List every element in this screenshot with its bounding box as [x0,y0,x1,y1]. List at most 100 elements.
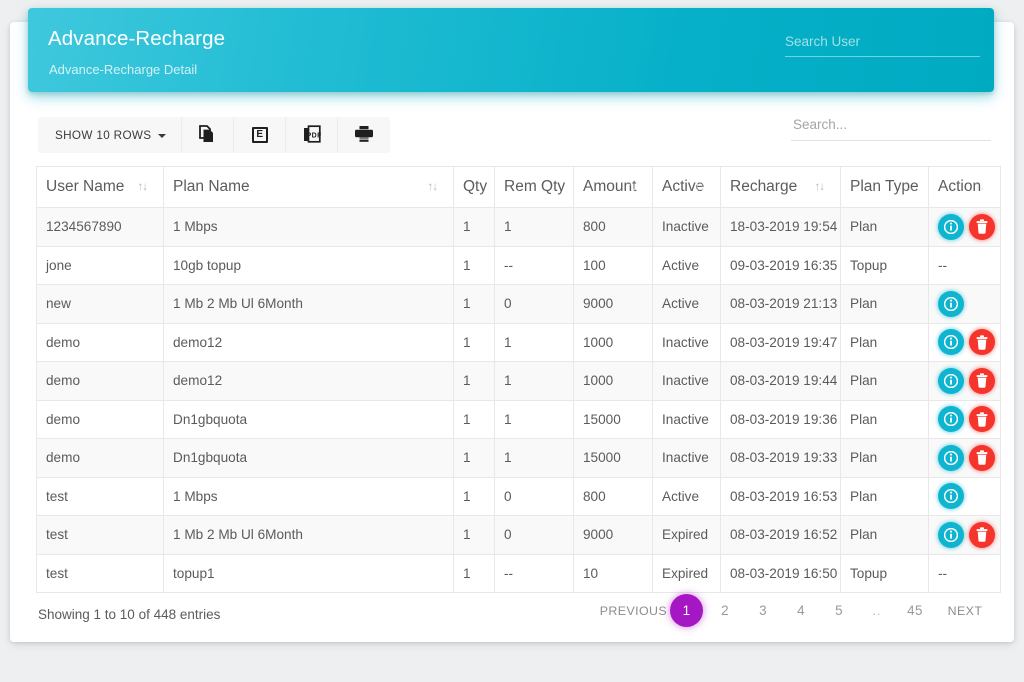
pagination-ellipsis[interactable]: .. [858,595,896,626]
page-header: Advance-Recharge Advance-Recharge Detail [28,8,994,92]
no-action-placeholder: -- [938,257,948,273]
cell-action: -- [928,553,1001,593]
cell-plan-type: Plan [840,284,929,324]
cell-recharge: 08-03-2019 19:47 [720,322,841,362]
cell-amount: 800 [573,476,653,516]
cell-action [928,399,1001,439]
pdf-button[interactable]: PDF [286,117,339,153]
excel-icon: E [251,127,268,143]
print-button[interactable] [338,117,391,153]
info-icon [944,450,958,465]
info-button[interactable] [938,444,964,471]
delete-button[interactable] [969,367,995,394]
column-header-action[interactable]: Action ↑↓ [928,166,1001,208]
table-header-row: User Name ↑↓ Plan Name ↑↓ Qty Rem Qty Am [36,166,1001,208]
cell-plan-name: 1 Mbps [163,476,454,516]
action-buttons [938,406,995,433]
cell-user-name: test [36,553,164,593]
column-header-user-name[interactable]: User Name ↑↓ [36,166,164,208]
table-row: test 1 Mbps 1 0 800 Active 08-03-2019 16:53 Pla… [36,476,1001,516]
info-icon [944,412,958,427]
cell-action: -- [928,245,1001,285]
delete-button[interactable] [969,213,995,240]
pagination-page-1[interactable]: 1 [670,594,703,627]
cell-plan-name: Dn1gbquota [163,399,454,439]
info-button[interactable] [938,367,964,394]
cell-amount: 800 [573,207,653,247]
action-buttons: -- [938,566,991,581]
delete-button[interactable] [969,444,995,471]
pagination-next[interactable]: NEXT [934,595,996,626]
cell-plan-name: Dn1gbquota [163,438,454,478]
cell-recharge: 09-03-2019 16:35 [720,245,841,285]
search-user-field[interactable] [785,32,980,57]
table-body: 1234567890 1 Mbps 1 1 800 Inactive 18-03-2019 … [36,207,1001,593]
cell-qty: 1 [453,322,495,362]
pagination-page-4[interactable]: 4 [782,595,820,626]
pagination-page-3[interactable]: 3 [744,595,782,626]
column-header-recharge[interactable]: Recharge ↑↓ [720,166,841,208]
cell-active: Inactive [652,322,721,362]
cell-user-name: 1234567890 [36,207,164,247]
pagination-page-2[interactable]: 2 [706,595,744,626]
column-header-active[interactable]: Active ↑↓ [652,166,721,208]
show-rows-dropdown[interactable]: SHOW 10 ROWS [38,117,183,153]
column-header-amount[interactable]: Amount ↑↓ [573,166,653,208]
column-header-qty[interactable]: Qty [453,166,495,208]
pagination-page-5[interactable]: 5 [820,595,858,626]
sort-arrows-icon: ↑↓ [137,181,148,193]
search-user-input[interactable] [785,32,980,57]
cell-plan-name: demo12 [163,361,454,401]
cell-plan-type: Plan [840,476,929,516]
cell-active: Active [652,476,721,516]
info-icon [944,373,958,388]
cell-active: Expired [652,515,721,555]
data-table: User Name ↑↓ Plan Name ↑↓ Qty Rem Qty Am [36,166,1001,593]
info-button[interactable] [938,213,964,240]
page-root: Advance-Recharge Advance-Recharge Detail… [0,0,1024,682]
column-header-plan-type[interactable]: Plan Type ↑↓ [840,166,929,208]
cell-rem-qty: 0 [494,284,574,324]
print-icon [354,125,374,146]
table-toolbar: SHOW 10 ROWS E PDF [38,117,391,153]
info-button[interactable] [938,483,964,510]
cell-plan-name: topup1 [163,553,454,593]
copy-button[interactable] [182,117,235,153]
info-button[interactable] [938,406,964,433]
cell-user-name: demo [36,438,164,478]
delete-button[interactable] [969,406,995,433]
delete-button[interactable] [969,521,995,548]
table-entries-info: Showing 1 to 10 of 448 entries [38,607,221,622]
cell-recharge: 08-03-2019 19:36 [720,399,841,439]
column-label: Qty [463,178,488,195]
cell-plan-type: Topup [840,553,929,593]
action-buttons [938,367,995,394]
table-row: jone 10gb topup 1 -- 100 Active 09-03-2019 16:… [36,245,1001,285]
cell-user-name: demo [36,322,164,362]
table-row: demo demo12 1 1 1000 Inactive 08-03-2019 19:44… [36,361,1001,401]
page-subtitle: Advance-Recharge Detail [49,62,198,77]
info-button[interactable] [938,290,964,317]
cell-user-name: test [36,515,164,555]
table-search-input[interactable] [791,112,991,141]
column-header-rem-qty[interactable]: Rem Qty [494,166,574,208]
trash-icon [975,373,989,388]
table-row: demo Dn1gbquota 1 1 15000 Inactive 08-03-2019 … [36,438,1001,478]
column-label: Action [938,178,982,195]
column-label: Active [662,178,705,195]
delete-button[interactable] [969,329,995,356]
cell-active: Active [652,284,721,324]
pagination-previous[interactable]: PREVIOUS [600,595,667,626]
info-button[interactable] [938,521,964,548]
excel-button[interactable]: E [234,117,287,153]
cell-plan-name: 1 Mb 2 Mb Ul 6Month [163,515,454,555]
trash-icon [975,335,989,350]
column-label: User Name [46,178,125,195]
cell-user-name: demo [36,399,164,439]
table-search-field[interactable] [791,112,991,141]
sort-arrows-icon: ↑↓ [814,181,825,193]
table-row: 1234567890 1 Mbps 1 1 800 Inactive 18-03-2019 … [36,207,1001,247]
column-header-plan-name[interactable]: Plan Name ↑↓ [163,166,454,208]
pagination-page-45[interactable]: 45 [896,595,934,626]
info-button[interactable] [938,329,964,356]
